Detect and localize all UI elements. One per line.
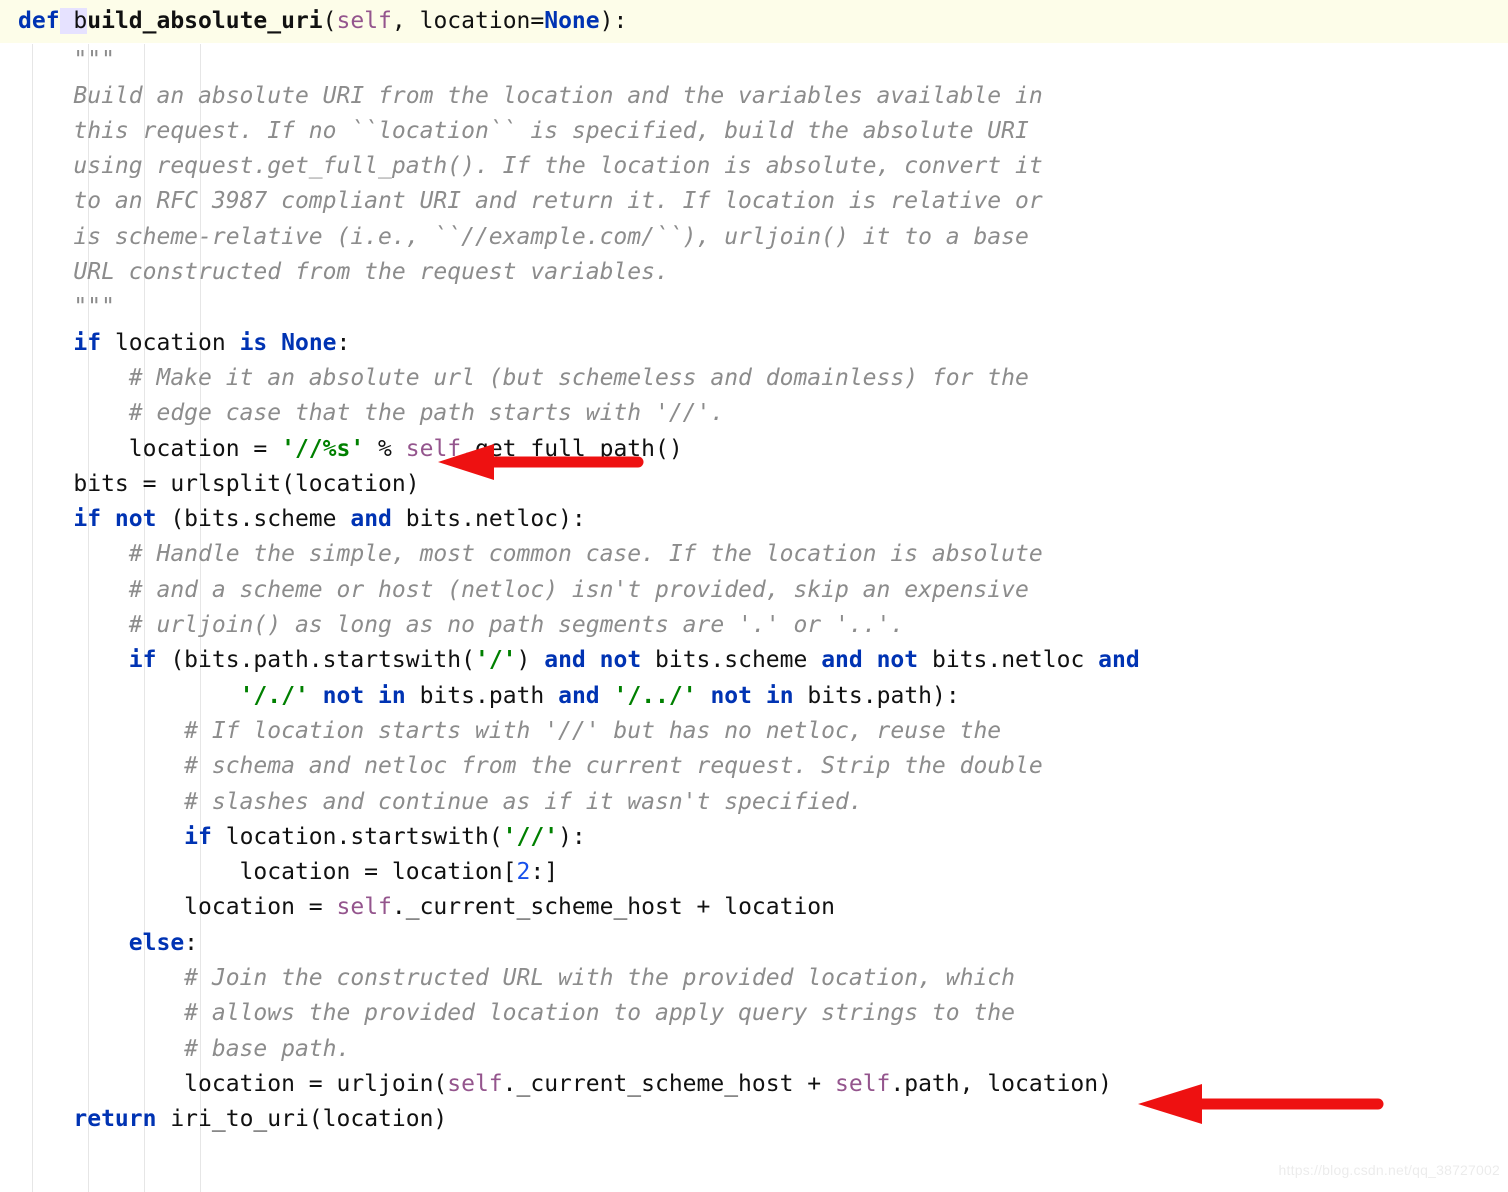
code-line: if not (bits.scheme and bits.netloc):: [18, 502, 1508, 537]
def-keyword: def: [18, 8, 60, 34]
code-line: if (bits.path.startswith('/') and not bi…: [18, 643, 1508, 678]
code-line: # Join the constructed URL with the prov…: [18, 961, 1508, 996]
code-line: """: [18, 43, 1508, 78]
code-line: return iri_to_uri(location): [18, 1102, 1508, 1137]
code-line: # Make it an absolute url (but schemeles…: [18, 361, 1508, 396]
code-line: """: [18, 290, 1508, 325]
code-line: Build an absolute URI from the location …: [18, 79, 1508, 114]
code-line: # Handle the simple, most common case. I…: [18, 537, 1508, 572]
code-line: # base path.: [18, 1032, 1508, 1067]
code-line: # edge case that the path starts with '/…: [18, 396, 1508, 431]
code-line: using request.get_full_path(). If the lo…: [18, 149, 1508, 184]
code-line: location = self._current_scheme_host + l…: [18, 890, 1508, 925]
code-line: # schema and netloc from the current req…: [18, 749, 1508, 784]
code-line: URL constructed from the request variabl…: [18, 255, 1508, 290]
caret-selection: b: [60, 8, 88, 34]
code-line: '/./' not in bits.path and '/../' not in…: [18, 679, 1508, 714]
code-line: # and a scheme or host (netloc) isn't pr…: [18, 573, 1508, 608]
code-line: location = location[2:]: [18, 855, 1508, 890]
code-line: bits = urlsplit(location): [18, 467, 1508, 502]
code-line: if location.startswith('//'):: [18, 820, 1508, 855]
code-line: # urljoin() as long as no path segments …: [18, 608, 1508, 643]
code-line: to an RFC 3987 compliant URI and return …: [18, 184, 1508, 219]
none-default: None: [544, 8, 599, 34]
code-line: is scheme-relative (i.e., ``//example.co…: [18, 220, 1508, 255]
code-line: # If location starts with '//' but has n…: [18, 714, 1508, 749]
code-line: if location is None:: [18, 326, 1508, 361]
watermark-text: https://blog.csdn.net/qq_38727002: [1279, 1153, 1500, 1188]
code-line: # slashes and continue as if it wasn't s…: [18, 785, 1508, 820]
code-line: this request. If no ``location`` is spec…: [18, 114, 1508, 149]
function-signature: def build_absolute_uri(self, location=No…: [0, 0, 1508, 43]
code-line: location = '//%s' % self.get_full_path(): [18, 432, 1508, 467]
code-line: else:: [18, 926, 1508, 961]
code-line: # allows the provided location to apply …: [18, 996, 1508, 1031]
self-param: self: [337, 8, 392, 34]
function-name: uild_absolute_uri: [87, 8, 322, 34]
code-line: location = urljoin(self._current_scheme_…: [18, 1067, 1508, 1102]
code-body: """ Build an absolute URI from the locat…: [0, 43, 1508, 1137]
